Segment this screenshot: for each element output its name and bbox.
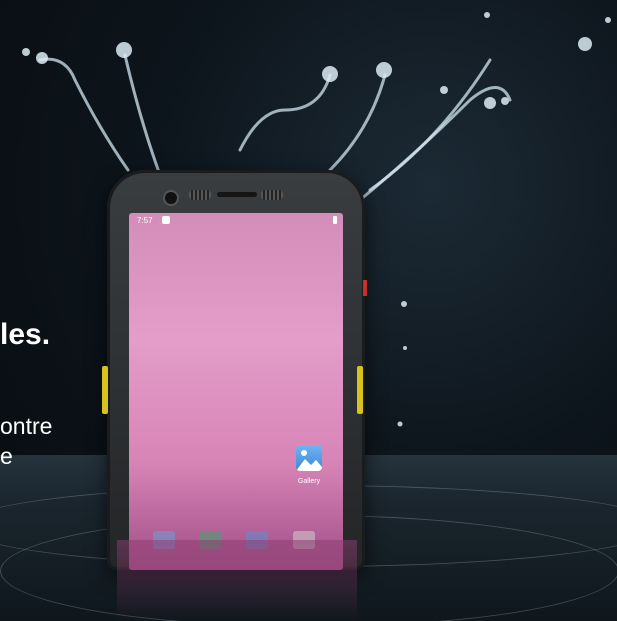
red-side-button: [363, 280, 367, 296]
battery-icon: [333, 216, 337, 224]
phone-screen: 7:57 Gallery: [129, 213, 343, 570]
speaker-grille: [189, 190, 211, 200]
status-time: 7:57: [137, 216, 153, 225]
waterproof-phone-scene: 7:57 Gallery les. ontre e: [0, 0, 617, 621]
left-side-button: [102, 366, 108, 414]
front-camera: [165, 192, 177, 204]
notification-icon: [162, 216, 170, 224]
rugged-phone: 7:57 Gallery: [102, 170, 367, 570]
gallery-icon: [296, 445, 322, 471]
subtitle-text: ontre e: [0, 411, 52, 471]
headline-text: les.: [0, 318, 51, 351]
gallery-label: Gallery: [297, 478, 321, 485]
earpiece: [217, 192, 257, 197]
speaker-grille: [261, 190, 283, 200]
gallery-app[interactable]: Gallery: [289, 445, 329, 485]
subtitle-line: ontre: [0, 413, 53, 439]
phone-reflection: [117, 540, 357, 621]
subtitle-line: e: [0, 443, 13, 469]
right-side-button: [357, 366, 363, 414]
